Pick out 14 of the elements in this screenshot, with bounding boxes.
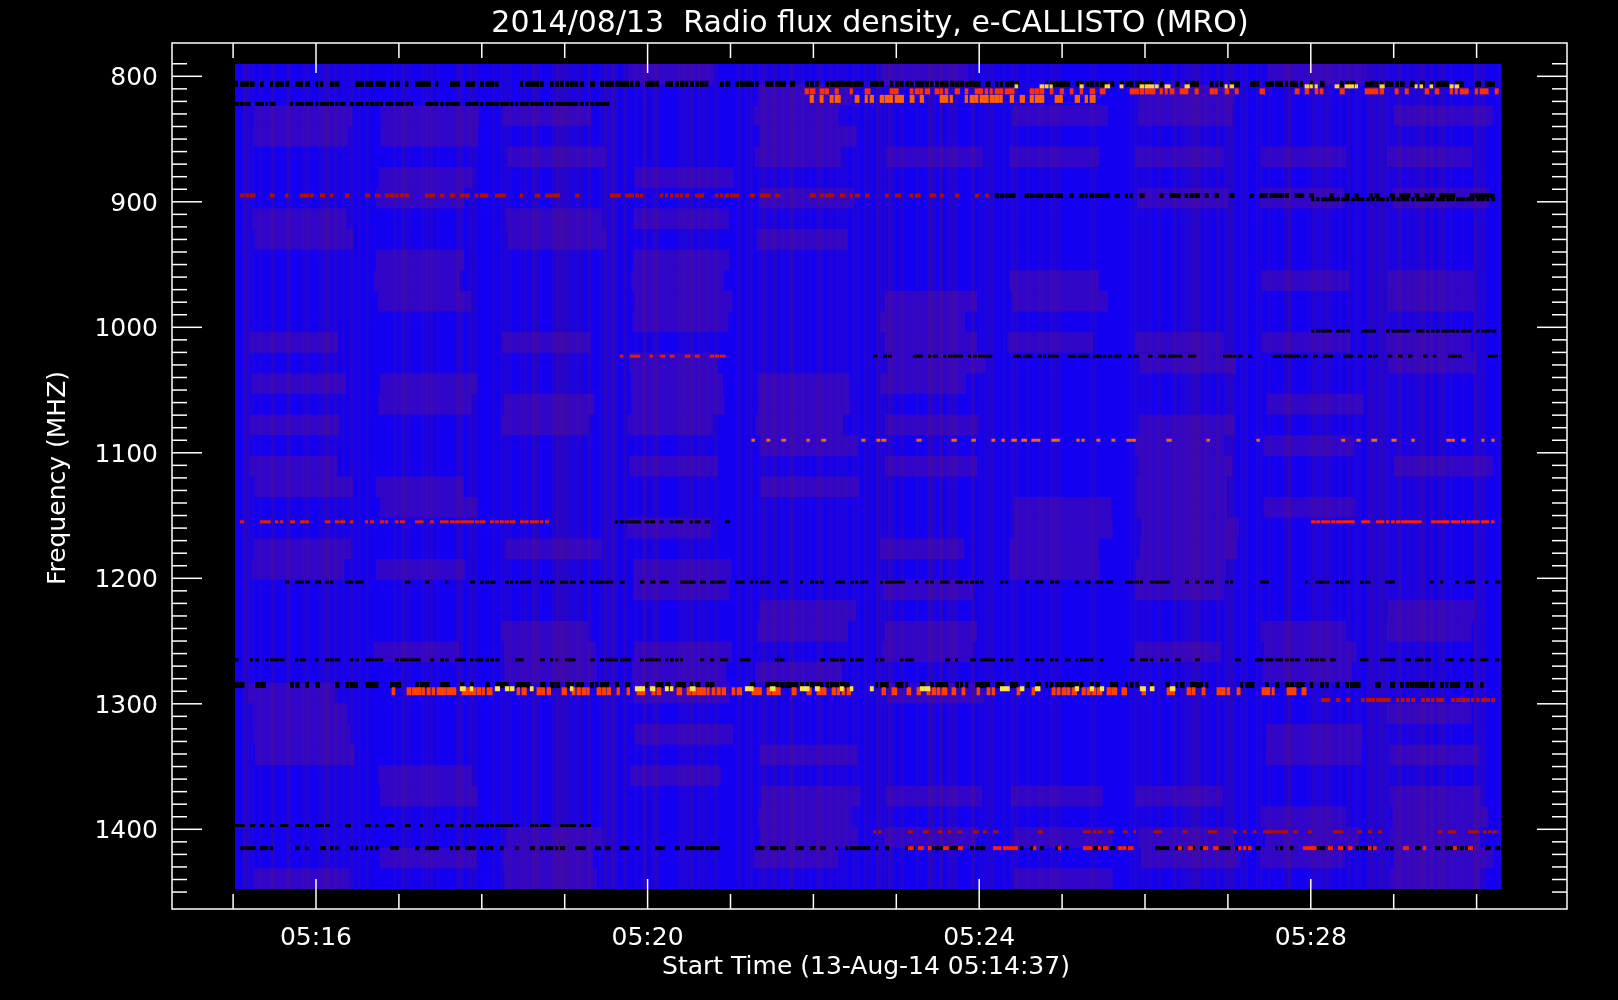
x-tick-label: 05:20 xyxy=(611,922,684,951)
x-tick-label: 05:24 xyxy=(943,922,1016,951)
plot-title: 2014/08/13 Radio flux density, e-CALLISTO (MRO) xyxy=(491,4,1249,39)
y-tick-label: 1100 xyxy=(94,438,158,468)
y-tick-label: 800 xyxy=(110,62,158,92)
y-axis-label: Frequency (MHZ) xyxy=(42,370,71,586)
y-tick-label: 1000 xyxy=(94,313,158,343)
y-tick-label: 900 xyxy=(110,187,158,217)
y-tick-label: 1400 xyxy=(94,815,158,845)
y-tick-label: 1300 xyxy=(94,689,158,719)
y-tick-label: 1200 xyxy=(94,564,158,594)
x-tick-label: 05:16 xyxy=(280,922,352,951)
x-axis-label: Start Time (13-Aug-14 05:14:37) xyxy=(662,951,1070,980)
x-tick-label: 05:28 xyxy=(1274,922,1347,951)
